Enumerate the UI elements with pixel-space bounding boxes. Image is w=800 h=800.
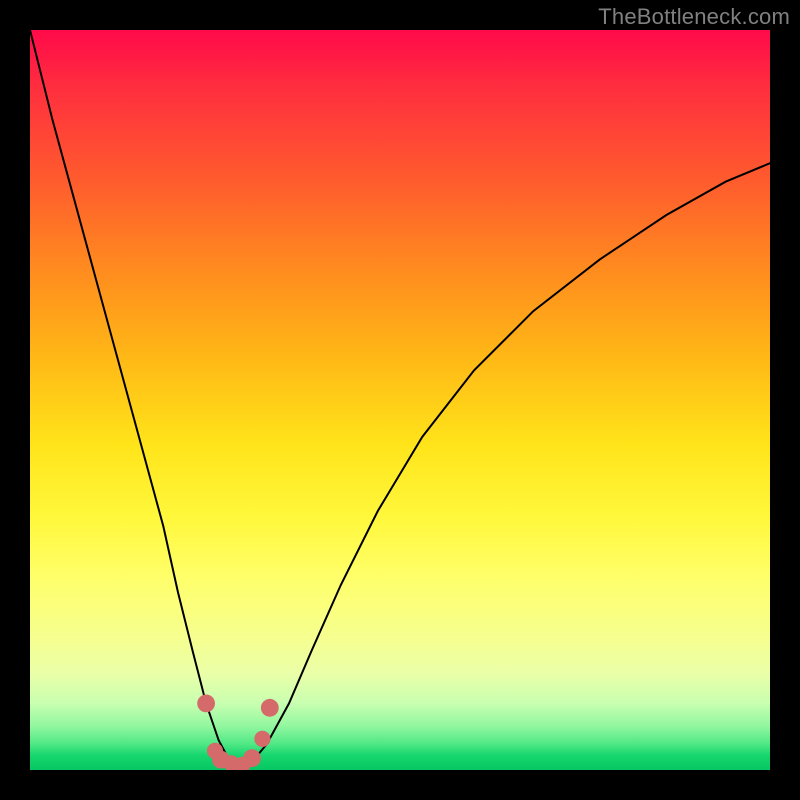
curve-marker xyxy=(197,695,215,713)
curve-markers xyxy=(197,695,279,771)
bottleneck-curve xyxy=(30,30,770,766)
curve-marker xyxy=(261,699,279,717)
chart-frame: TheBottleneck.com xyxy=(0,0,800,800)
watermark-text: TheBottleneck.com xyxy=(598,4,790,30)
curve-marker xyxy=(254,731,270,747)
curve-layer xyxy=(30,30,770,770)
plot-area xyxy=(30,30,770,770)
curve-marker xyxy=(243,749,261,767)
